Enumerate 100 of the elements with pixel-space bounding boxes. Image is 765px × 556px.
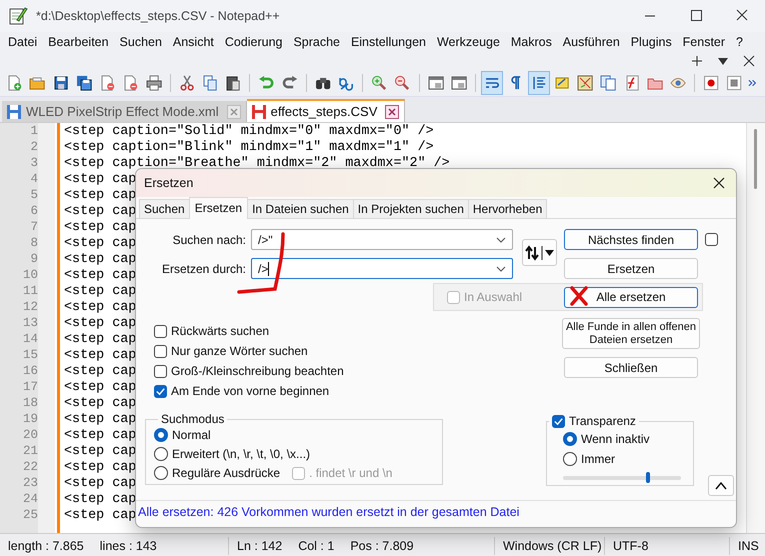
checkmark-icon (155, 386, 166, 396)
dialog-tab[interactable]: Suchen (139, 199, 190, 218)
line-number: 5 (30, 188, 38, 202)
file-tab[interactable]: effects_steps.CSV (246, 99, 406, 122)
scrollbar[interactable] (746, 123, 765, 533)
close-icon[interactable] (743, 55, 755, 67)
radio-button[interactable]: Wenn inaktiv (563, 432, 693, 446)
chevron-down-icon[interactable] (496, 266, 506, 272)
menu-item[interactable]: Werkzeuge (436, 35, 500, 49)
replace-button[interactable]: Ersetzen (564, 258, 698, 279)
code-line: <step cap (64, 300, 136, 314)
radio-button[interactable]: Reguläre Ausdrücke (154, 466, 280, 480)
code-line: <step caption="Blink" mindmx="1" maxdmx="1" /> (64, 140, 434, 154)
line-number: 12 (22, 300, 38, 314)
line-number: 19 (22, 412, 38, 426)
radio-button[interactable]: Normal (154, 428, 211, 442)
dialog-tab[interactable]: Ersetzen (188, 197, 248, 219)
dialog-tab[interactable]: Hervorheben (468, 199, 548, 218)
window-title: *d:\Desktop\effects_steps.CSV - Notepad++ (36, 9, 280, 23)
word-wrap-icon[interactable] (481, 71, 504, 95)
code-line: <step cap (64, 268, 136, 282)
code-line: <step cap (64, 492, 136, 506)
checkbox[interactable] (705, 233, 718, 246)
notepad-icon (8, 6, 28, 26)
find-field[interactable]: />" (251, 229, 513, 250)
swap-button[interactable] (522, 239, 557, 266)
line-number: 3 (30, 156, 38, 170)
menu-item[interactable]: Makros (510, 35, 552, 49)
status-text: Windows (CR LF) (503, 539, 602, 553)
close-button[interactable] (712, 176, 726, 190)
menu-item[interactable]: Plugins (630, 35, 672, 49)
plus-icon[interactable] (691, 55, 703, 67)
code-line: <step cap (64, 428, 136, 442)
code-line: <step cap (64, 460, 136, 474)
line-number: 17 (22, 380, 38, 394)
menu-item[interactable]: Datei (8, 35, 38, 49)
dialog-tab[interactable]: In Projekten suchen (352, 199, 469, 218)
status-text: Pos : 7.809 (350, 539, 414, 553)
code-line: <step cap (64, 412, 136, 426)
line-number: 1 (30, 124, 38, 138)
option-checkbox[interactable]: Am Ende von vorne beginnen (154, 384, 330, 398)
menu-item[interactable]: Ausführen (562, 35, 620, 49)
transparency-checkbox[interactable]: Transparenz (552, 414, 636, 428)
replace-all-button[interactable]: Alle ersetzen (564, 286, 698, 308)
radio-button[interactable]: Immer (563, 452, 693, 466)
close-button[interactable]: Schließen (564, 357, 698, 378)
replace-label: Ersetzen durch: (160, 262, 246, 276)
radio-button[interactable]: Erweitert (\n, \r, \t, \0, \x...) (154, 447, 310, 461)
line-number: 21 (22, 444, 38, 458)
menu-item[interactable]: ? (736, 35, 743, 49)
code-line: <step caption="Solid" mindmx="0" maxdmx="0" /> (64, 124, 434, 138)
dialog-tab[interactable]: In Dateien suchen (247, 199, 354, 218)
line-number: 2 (30, 140, 38, 154)
indent-guide-icon[interactable] (528, 71, 550, 95)
status-text: UTF-8 (613, 539, 648, 553)
line-number: 10 (22, 268, 38, 282)
replace-field[interactable]: /> (251, 258, 513, 279)
code-line: <step caption="Breathe" mindmx="2" maxdmx="2" /> (64, 156, 450, 170)
floppy-icon (250, 104, 267, 120)
line-number: 22 (22, 460, 38, 474)
option-checkbox[interactable]: Rückwärts suchen (154, 324, 270, 338)
line-number: 14 (22, 332, 38, 346)
code-line: <step cap (64, 172, 136, 186)
code-line: <step cap (64, 348, 136, 362)
chevron-down-icon[interactable] (496, 236, 506, 242)
dropdown-icon[interactable] (717, 55, 729, 67)
code-line: <step cap (64, 252, 136, 266)
line-number: 7 (30, 220, 38, 234)
file-tab[interactable]: WLED PixelStrip Effect Mode.xml (2, 101, 247, 122)
menu-item[interactable]: Sprache (293, 35, 340, 49)
code-line: <step cap (64, 236, 136, 250)
chevron-icon[interactable] (748, 79, 757, 87)
option-checkbox[interactable]: Groß-/Kleinschreibung beachten (154, 364, 344, 378)
replace-in-all-files-button[interactable]: Alle Funde in allen offenen Dateien ersetzen (562, 318, 700, 349)
code-line: <step cap (64, 284, 136, 298)
cross-mark-icon (569, 286, 589, 306)
collapse-button[interactable] (708, 475, 734, 496)
line-number: 11 (22, 284, 38, 298)
code-line: <step cap (64, 332, 136, 346)
menu-item[interactable]: Fenster (682, 35, 726, 49)
line-number: 18 (22, 396, 38, 410)
line-number: 16 (22, 364, 38, 378)
line-number: 15 (22, 348, 38, 362)
code-line: <step cap (64, 396, 136, 410)
menu-item[interactable]: Einstellungen (350, 35, 426, 49)
floppy-icon (6, 104, 22, 120)
menu-item[interactable]: Bearbeiten (48, 35, 109, 49)
code-line: <step cap (64, 316, 136, 330)
code-line: <step cap (64, 220, 136, 234)
option-checkbox[interactable]: Nur ganze Wörter suchen (154, 344, 308, 358)
status-text: Ln : 142 (237, 539, 282, 553)
menu-item[interactable]: Suchen (120, 35, 162, 49)
menu-item[interactable]: Codierung (224, 35, 282, 49)
status-text: Col : 1 (298, 539, 334, 553)
find-next-button[interactable]: Nächstes finden (564, 229, 698, 250)
close-icon[interactable] (385, 104, 400, 118)
menu-item[interactable]: Ansicht (172, 35, 214, 49)
checkmark-icon (553, 416, 564, 426)
chevron-up-icon (715, 482, 727, 490)
group-title: Suchmodus (160, 412, 226, 426)
